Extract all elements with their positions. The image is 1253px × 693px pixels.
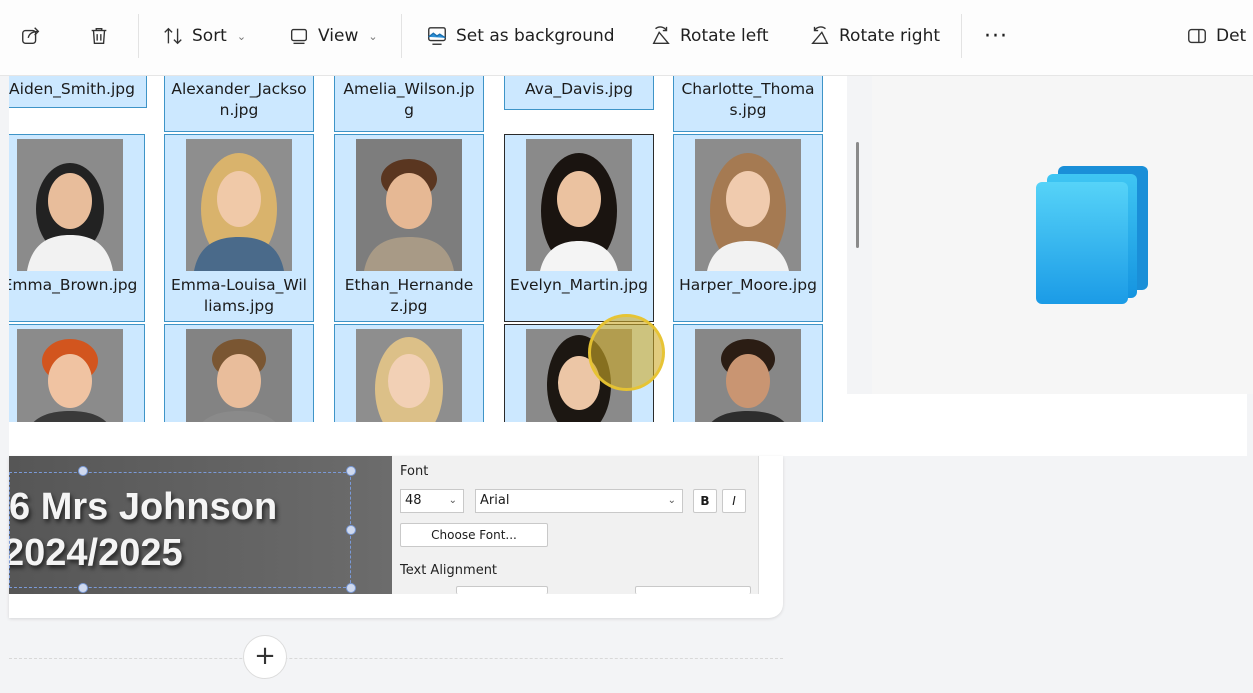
photo-thumbnail — [695, 139, 801, 271]
resize-handle[interactable] — [346, 583, 356, 593]
resize-handle[interactable] — [346, 525, 356, 535]
photo-thumbnail — [356, 329, 462, 422]
rotate-left-label: Rotate left — [680, 26, 769, 46]
italic-button[interactable]: I — [722, 489, 746, 513]
share-button[interactable] — [20, 14, 42, 58]
rotate-left-icon — [652, 26, 670, 45]
font-name-select[interactable]: Arial ⌄ — [475, 489, 683, 513]
chevron-down-icon: ⌄ — [667, 495, 676, 506]
cursor-highlight — [588, 314, 665, 391]
font-size-select[interactable]: 48 ⌄ — [400, 489, 464, 513]
delete-button[interactable] — [88, 14, 110, 58]
details-pane-icon — [1188, 28, 1206, 44]
font-settings-panel: Font 48 ⌄ Arial ⌄ B I Choose Font... Tex… — [392, 456, 759, 594]
bold-button[interactable]: B — [693, 489, 717, 513]
resize-handle[interactable] — [346, 466, 356, 476]
file-name: Ava_Davis.jpg — [524, 80, 633, 98]
file-tile-focused[interactable]: Evelyn_Martin.jpg — [504, 134, 654, 322]
more-options-button[interactable]: ··· — [984, 14, 1008, 58]
photo-thumbnail — [186, 329, 292, 422]
details-label: Det — [1216, 26, 1247, 46]
rotate-right-icon — [811, 26, 829, 45]
share-icon — [22, 27, 40, 45]
chevron-down-icon: ⌄ — [448, 495, 457, 506]
command-bar: Sort ⌄ View ⌄ Set as background Rotate l… — [0, 0, 1253, 76]
set-background-label: Set as background — [456, 26, 615, 46]
sort-label: Sort — [192, 26, 227, 46]
choose-font-button[interactable]: Choose Font... — [400, 523, 548, 547]
banner-preview[interactable]: 6 Mrs Johnson 2024/2025 — [9, 456, 392, 594]
text-alignment-label: Text Alignment — [400, 563, 498, 578]
view-label: View — [318, 26, 359, 46]
file-tile[interactable]: Amelia_Wilson.jpg — [334, 76, 484, 132]
chevron-down-icon: ⌄ — [236, 29, 247, 43]
photo-thumbnail — [17, 139, 123, 271]
file-tile[interactable]: Ethan_Hernandez.jpg — [334, 134, 484, 322]
sort-icon — [164, 27, 182, 45]
view-button[interactable]: View ⌄ — [288, 14, 378, 58]
text-selection-frame[interactable] — [9, 472, 351, 588]
file-tile[interactable]: Charlotte_Thomas.jpg — [673, 76, 823, 132]
alignment-option[interactable] — [456, 586, 548, 594]
sort-button[interactable]: Sort ⌄ — [162, 14, 246, 58]
file-name: Ethan_Hernandez.jpg — [344, 276, 474, 315]
view-icon — [290, 28, 308, 45]
file-tile[interactable]: Alexander_Jackson.jpg — [164, 76, 314, 132]
chevron-down-icon: ⌄ — [368, 29, 378, 43]
photo-thumbnail — [526, 139, 632, 271]
font-label: Font — [400, 464, 429, 479]
file-tile[interactable]: Ava_Davis.jpg — [504, 76, 654, 110]
file-tile[interactable] — [334, 324, 484, 422]
delete-icon — [91, 27, 107, 45]
file-name: Alexander_Jackson.jpg — [171, 80, 307, 119]
alignment-option[interactable] — [635, 586, 751, 594]
grid-scrollbar[interactable] — [856, 142, 859, 248]
file-tile[interactable]: Emma_Brown.jpg — [9, 134, 145, 322]
file-tile[interactable]: Aiden_Smith.jpg — [9, 76, 147, 108]
photo-thumbnail — [186, 139, 292, 271]
file-stack-icon — [1036, 166, 1148, 304]
set-background-button[interactable]: Set as background — [426, 14, 615, 58]
preview-pane — [872, 76, 1253, 394]
file-tile[interactable] — [9, 324, 145, 422]
file-name: Emma-Louisa_Williams.jpg — [171, 276, 307, 315]
rotate-right-button[interactable]: Rotate right — [809, 14, 940, 58]
photo-thumbnail — [695, 329, 801, 422]
details-button[interactable]: Det — [1186, 14, 1246, 58]
photo-thumbnail — [17, 329, 123, 422]
set-background-icon — [428, 27, 446, 45]
resize-handle[interactable] — [78, 583, 88, 593]
file-grid: Aiden_Smith.jpg Alexander_Jackson.jpg Am… — [9, 76, 847, 422]
editor-card: 6 Mrs Johnson 2024/2025 Font 48 ⌄ Arial … — [9, 456, 783, 618]
file-tile[interactable]: Harper_Moore.jpg — [673, 134, 823, 322]
file-tile[interactable]: Emma-Louisa_Williams.jpg — [164, 134, 314, 322]
font-name-value: Arial — [480, 493, 510, 508]
file-name: Charlotte_Thomas.jpg — [681, 80, 815, 119]
file-name: Evelyn_Martin.jpg — [510, 276, 648, 294]
file-name: Aiden_Smith.jpg — [9, 80, 135, 98]
file-name: Emma_Brown.jpg — [9, 276, 138, 294]
rotate-right-label: Rotate right — [839, 26, 941, 46]
resize-handle[interactable] — [78, 466, 88, 476]
file-name: Harper_Moore.jpg — [679, 276, 817, 294]
file-tile[interactable] — [164, 324, 314, 422]
file-tile[interactable] — [673, 324, 823, 422]
file-name: Amelia_Wilson.jpg — [343, 80, 475, 119]
photo-thumbnail — [356, 139, 462, 271]
add-section-button[interactable]: + — [243, 635, 287, 679]
rotate-left-button[interactable]: Rotate left — [650, 14, 769, 58]
font-size-value: 48 — [405, 493, 422, 508]
